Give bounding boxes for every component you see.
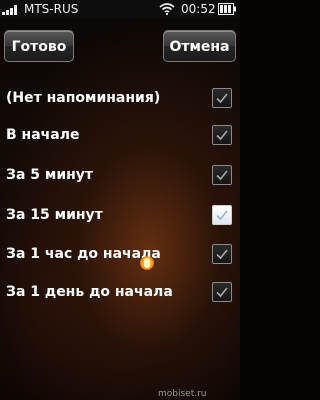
cancel-button[interactable]: Отмена — [163, 30, 236, 62]
wifi-icon — [159, 3, 175, 15]
list-item-no-reminder[interactable]: (Нет напоминания) — [0, 80, 240, 116]
clock: 00:52 — [181, 2, 216, 16]
list-item-label: (Нет напоминания) — [6, 90, 161, 106]
checkmark-icon — [216, 93, 228, 104]
checkmark-icon — [216, 249, 228, 260]
list-item-at-start[interactable]: В начале — [0, 117, 240, 153]
checkmark-icon — [216, 130, 228, 141]
list-item-label: За 15 минут — [6, 207, 103, 223]
checkbox-icon[interactable] — [212, 88, 232, 108]
touch-indicator-core — [144, 258, 150, 268]
watermark: mobiset.ru — [158, 389, 207, 399]
list-item-5-min[interactable]: За 5 минут — [0, 157, 240, 193]
checkmark-icon — [216, 170, 228, 181]
list-item-label: В начале — [6, 127, 80, 143]
list-item-label: За 5 минут — [6, 167, 94, 183]
done-button[interactable]: Готово — [4, 30, 74, 62]
checkmark-icon — [216, 287, 228, 298]
list-item-15-min[interactable]: За 15 минут — [0, 197, 240, 233]
list-item-label: За 1 час до начала — [6, 246, 161, 262]
list-item-label: За 1 день до начала — [6, 284, 173, 300]
checkbox-icon[interactable] — [212, 244, 232, 264]
list-item-1-hour[interactable]: За 1 час до начала — [0, 236, 240, 272]
checkmark-icon — [216, 210, 228, 221]
signal-icon — [2, 5, 17, 15]
battery-icon — [218, 3, 236, 15]
status-bar: MTS-RUS 00:52 — [0, 0, 240, 18]
checkbox-icon[interactable] — [212, 125, 232, 145]
checkbox-icon[interactable] — [212, 282, 232, 302]
carrier-name: MTS-RUS — [24, 2, 79, 16]
checkbox-icon[interactable] — [212, 205, 232, 225]
checkbox-icon[interactable] — [212, 165, 232, 185]
list-item-1-day[interactable]: За 1 день до начала — [0, 274, 240, 310]
